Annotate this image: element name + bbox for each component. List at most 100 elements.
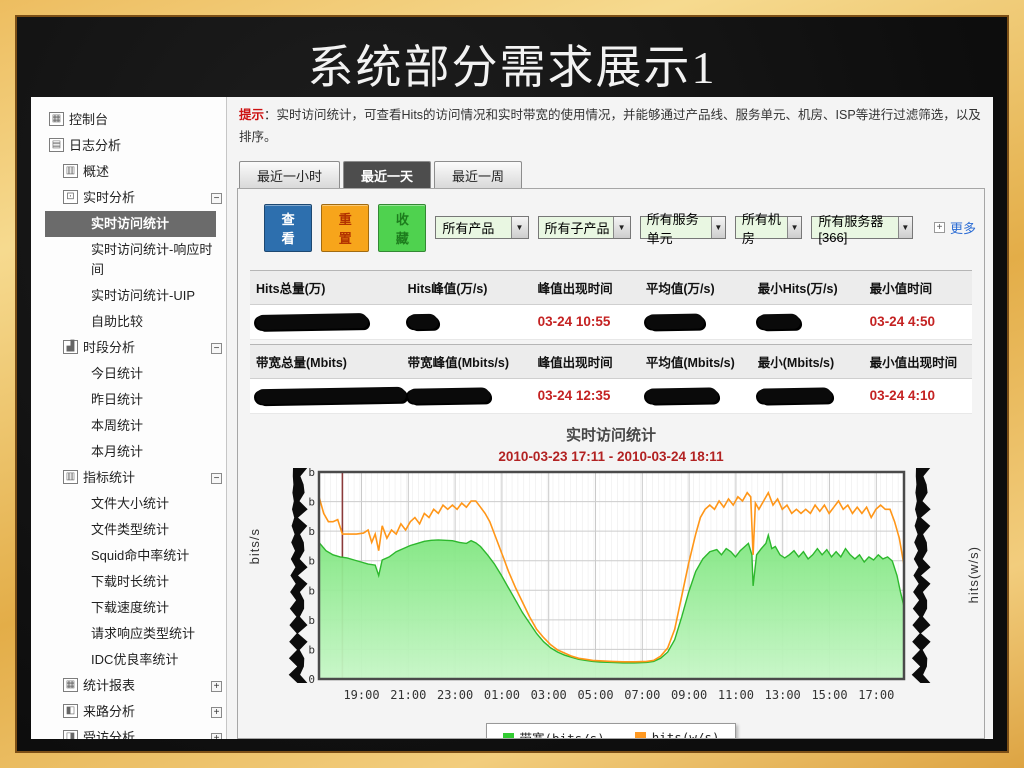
expand-icon[interactable]: + [211,733,222,739]
tab-最近一天[interactable]: 最近一天 [343,161,431,188]
chevron-down-icon[interactable]: ▼ [613,217,630,238]
sidebar-item--[interactable]: 今日统计 [45,361,222,387]
visited-icon: ◨ [63,730,78,739]
time-value: 03-24 4:50 [864,313,972,331]
report-icon: ▦ [63,678,78,692]
collapse-icon[interactable]: − [211,343,222,354]
sidebar-item--[interactable]: ▥指标统计− [45,465,222,491]
filter-dropdown-0[interactable]: 所有产品▼ [435,216,528,239]
legend-swatch [635,732,646,739]
sidebar-item-label: 下载时长统计 [91,572,222,592]
sidebar-item--[interactable]: ▦ 统计报表 + [45,673,222,699]
redacted-value [402,388,532,403]
svg-text:b: b [308,554,315,567]
expand-icon[interactable]: + [211,681,222,692]
stats-table-1: 带宽总量(Mbits)带宽峰值(Mbits/s)峰值出现时间平均值(Mbits/… [250,344,972,414]
sidebar-item--[interactable]: ◨受访分析+ [45,725,222,739]
sidebar-item--[interactable]: 下载速度统计 [45,595,222,621]
tab-最近一周[interactable]: 最近一周 [434,161,522,188]
filter-dropdown-4[interactable]: 所有服务器[366]▼ [811,216,913,239]
查看-button[interactable]: 查看 [264,204,312,252]
chevron-down-icon[interactable]: ▼ [898,217,912,238]
sidebar-item-squid-[interactable]: Squid命中率统计 [45,543,222,569]
sidebar-item--[interactable]: 自助比较 [45,309,222,335]
sidebar-item-label: 自助比较 [91,312,222,332]
filter-dropdown-1[interactable]: 所有子产品▼ [538,216,631,239]
expand-icon[interactable]: + [211,707,222,718]
tab-最近一小时[interactable]: 最近一小时 [239,161,340,188]
chevron-down-icon[interactable]: ▼ [511,217,528,238]
svg-text:b: b [308,643,315,656]
svg-text:01:00: 01:00 [484,688,520,702]
redacted-value [402,314,532,329]
sidebar-item--[interactable]: ◧来路分析+ [45,699,222,725]
sidebar-item--[interactable]: 文件类型统计 [45,517,222,543]
table-row: 03-24 10:55 03-24 4:50 [250,305,972,340]
sidebar-item--[interactable]: ▤日志分析 [45,133,222,159]
svg-text:b: b [308,584,315,597]
dropdown-value: 所有机房 [742,209,787,247]
svg-text:b: b [308,495,315,508]
legend-label: 带宽(bits/s) [520,731,605,739]
more-link[interactable]: +更多 [934,218,976,237]
sidebar-item--[interactable]: 本周统计 [45,413,222,439]
sidebar-item--[interactable]: ▟时段分析− [45,335,222,361]
app-window: ▦控制台▤日志分析▥概述⊡实时分析− 实时访问统计实时访问统计-响应时间实时访问统… [31,97,993,739]
svg-text:b: b [308,468,315,479]
y-axis-label-right: hits(w/s) [966,546,981,603]
sidebar-item--[interactable]: 下载时长统计 [45,569,222,595]
collapse-icon[interactable]: − [211,473,222,484]
sidebar-item-label: 下载速度统计 [91,598,222,618]
sidebar-item--[interactable]: 实时访问统计-响应时间 [45,237,222,283]
legend-swatch [503,733,514,739]
stats-table-0: Hits总量(万)Hits峰值(万/s)峰值出现时间平均值(万/s)最小Hits… [250,270,972,340]
time-text: 03-24 10:55 [538,314,611,329]
重置-button[interactable]: 重置 [321,204,369,252]
svg-text:b: b [308,614,315,627]
sidebar-item-label: 统计报表 [83,676,206,696]
sidebar-item--[interactable]: 文件大小统计 [45,491,222,517]
svg-text:19:00: 19:00 [343,688,379,702]
time-value: 03-24 4:10 [864,387,972,405]
sidebar-item--[interactable]: 昨日统计 [45,387,222,413]
sidebar-item-label: 实时访问统计 [91,214,216,234]
sidebar-item-label: Squid命中率统计 [91,546,222,566]
sidebar-item-label: 日志分析 [69,136,222,156]
dropdown-value: 所有服务器[366] [818,211,897,245]
收藏-button[interactable]: 收藏 [378,204,426,252]
column-header: 平均值(Mbits/s) [640,352,752,371]
sidebar-item-idc-[interactable]: IDC优良率统计 [45,647,222,673]
time-value: 03-24 12:35 [532,387,640,405]
sidebar-item--[interactable]: 本月统计 [45,439,222,465]
page-title: 系统部分需求展示1 [17,17,1007,97]
chevron-down-icon[interactable]: ▼ [711,217,725,238]
collapse-icon[interactable]: − [211,193,222,204]
redaction-blob [407,314,437,330]
chevron-down-icon[interactable]: ▼ [787,217,802,238]
sidebar-item-label: 时段分析 [83,338,206,358]
filter-dropdown-2[interactable]: 所有服务单元▼ [640,216,726,239]
svg-text:03:00: 03:00 [531,688,567,702]
redaction-blob [758,314,800,330]
column-header: Hits峰值(万/s) [402,278,532,297]
chart-section: 实时访问统计 2010-03-23 17:11 - 2010-03-24 18:… [238,424,984,739]
sidebar-item-label: 实时访问统计-UIP [91,286,222,306]
time-text: 03-24 12:35 [538,388,611,403]
sidebar-item--[interactable]: ⊡实时分析− [45,185,222,211]
sidebar-item--[interactable]: ▦控制台 [45,107,222,133]
frame-inner-border: 系统部分需求展示1 ▦控制台▤日志分析▥概述⊡实时分析−实时访问统计实时访问统计… [15,15,1009,753]
column-header: Hits总量(万) [250,278,402,297]
overview-icon: ▥ [63,164,78,178]
sidebar-item--[interactable]: ▥概述 [45,159,222,185]
svg-text:b: b [308,525,315,538]
filter-dropdown-3[interactable]: 所有机房▼ [735,216,803,239]
redacted-value [640,314,752,329]
slide-background: 系统部分需求展示1 ▦控制台▤日志分析▥概述⊡实时分析−实时访问统计实时访问统计… [17,17,1007,751]
svg-text:15:00: 15:00 [811,688,847,702]
sidebar-item--[interactable]: 实时访问统计 [45,211,216,237]
metrics-icon: ▥ [63,470,78,484]
sidebar-item--[interactable]: 请求响应类型统计 [45,621,222,647]
sidebar-item--uip[interactable]: 实时访问统计-UIP [45,283,222,309]
table-row: 03-24 12:35 03-24 4:10 [250,379,972,414]
chart-area: bits/s bbbbbbb019:0021:0023:0001:0003:00… [257,468,965,721]
